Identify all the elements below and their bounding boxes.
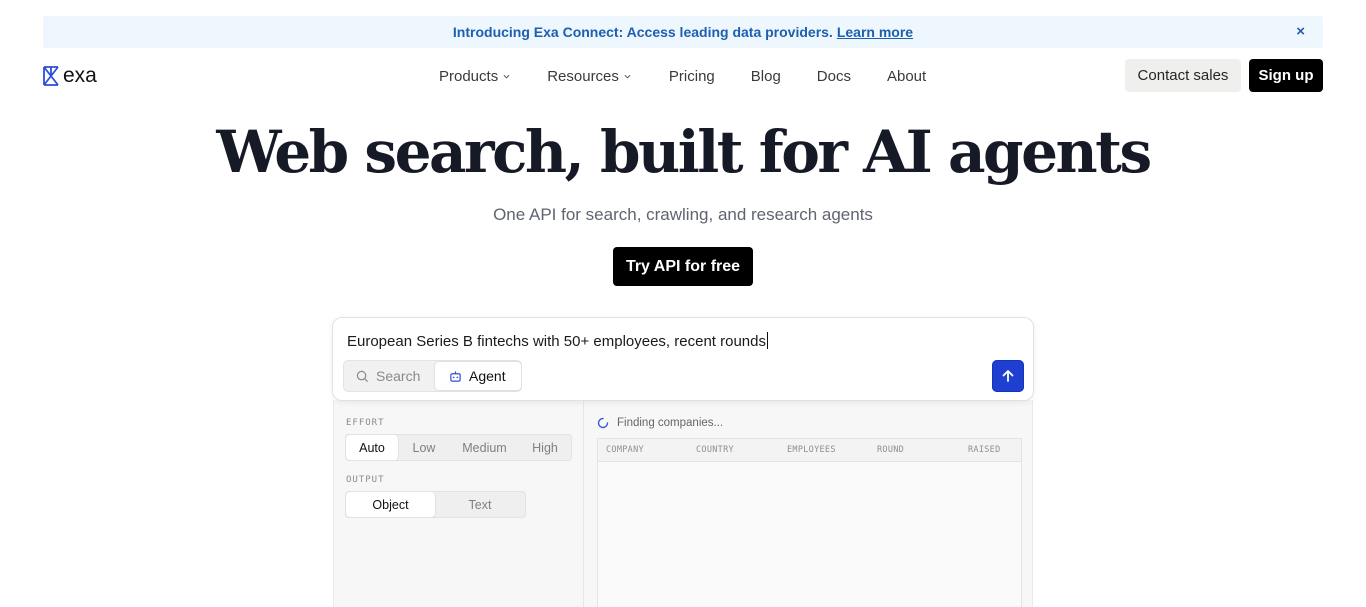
status-indicator: Finding companies... [597,417,723,429]
top-nav: exa Products Resources Pricing Blog Docs… [0,58,1366,94]
effort-option-low[interactable]: Low [398,435,450,460]
main-menu: Products Resources Pricing Blog Docs Abo… [439,67,926,85]
status-text: Finding companies... [617,417,724,429]
chevron-down-icon [624,74,631,79]
nav-item-pricing[interactable]: Pricing [669,67,715,85]
effort-label: EFFORT [346,418,385,428]
column-header-employees: EMPLOYEES [787,445,836,455]
banner-text: Introducing Exa Connect: Access leading … [452,24,833,40]
nav-item-docs[interactable]: Docs [817,67,851,85]
mode-label: Search [376,368,421,384]
search-icon [356,370,369,382]
arrow-up-icon [1002,370,1014,382]
column-header-country: COUNTRY [696,445,734,455]
announcement-banner: Introducing Exa Connect: Access leading … [43,16,1323,48]
output-selector: Object Text [345,491,526,518]
table-header: COMPANY COUNTRY EMPLOYEES ROUND RAISED [598,439,1021,462]
submit-button[interactable] [992,360,1024,392]
bot-icon [450,370,461,382]
effort-option-auto[interactable]: Auto [346,435,398,460]
banner-learn-more-link[interactable]: Learn more [837,24,913,40]
output-option-object[interactable]: Object [346,492,435,517]
query-input[interactable]: European Series B fintechs with 50+ empl… [347,332,768,350]
output-label: OUTPUT [346,475,385,485]
nav-item-resources[interactable]: Resources [547,67,631,85]
effort-selector: Auto Low Medium High [345,434,572,461]
contact-sales-button[interactable]: Contact sales [1125,59,1241,92]
nav-item-label: Docs [816,67,851,85]
search-card: European Series B fintechs with 50+ empl… [332,317,1034,401]
column-header-raised: RAISED [968,445,1001,455]
effort-option-medium[interactable]: Medium [450,435,519,460]
logo-text: exa [63,64,97,87]
logo[interactable]: exa [43,64,97,87]
column-header-company: COMPANY [606,445,644,455]
chevron-down-icon [503,74,510,79]
mode-agent-button[interactable]: Agent [434,361,522,391]
settings-pane: EFFORT Auto Low Medium High OUTPUT Objec… [334,400,584,607]
nav-item-about[interactable]: About [887,67,926,85]
mode-label: Agent [469,368,506,384]
query-text: European Series B fintechs with 50+ empl… [347,333,766,350]
exa-logo-icon [43,66,59,86]
nav-item-blog[interactable]: Blog [751,67,781,85]
close-icon[interactable]: × [1296,24,1305,40]
results-table: COMPANY COUNTRY EMPLOYEES ROUND RAISED [597,438,1022,607]
spinner-icon [597,417,609,429]
nav-item-label: Products [439,67,499,85]
mode-toggle: Search Agent [343,360,522,392]
effort-option-high[interactable]: High [519,435,571,460]
text-caret [767,332,768,349]
sign-up-button[interactable]: Sign up [1249,59,1323,92]
nav-item-label: Pricing [668,67,715,85]
try-api-button[interactable]: Try API for free [613,247,753,286]
nav-item-products[interactable]: Products [439,67,510,85]
hero-subtitle: One API for search, crawling, and resear… [493,205,873,224]
nav-item-label: Resources [547,67,619,85]
output-option-text[interactable]: Text [435,492,525,517]
hero-title: Web search, built for AI agents [216,118,1152,186]
agent-demo-panel: EFFORT Auto Low Medium High OUTPUT Objec… [333,400,1033,607]
nav-item-label: Blog [750,67,781,85]
mode-search-button[interactable]: Search [356,361,420,391]
column-header-round: ROUND [877,445,905,455]
nav-item-label: About [886,67,927,85]
